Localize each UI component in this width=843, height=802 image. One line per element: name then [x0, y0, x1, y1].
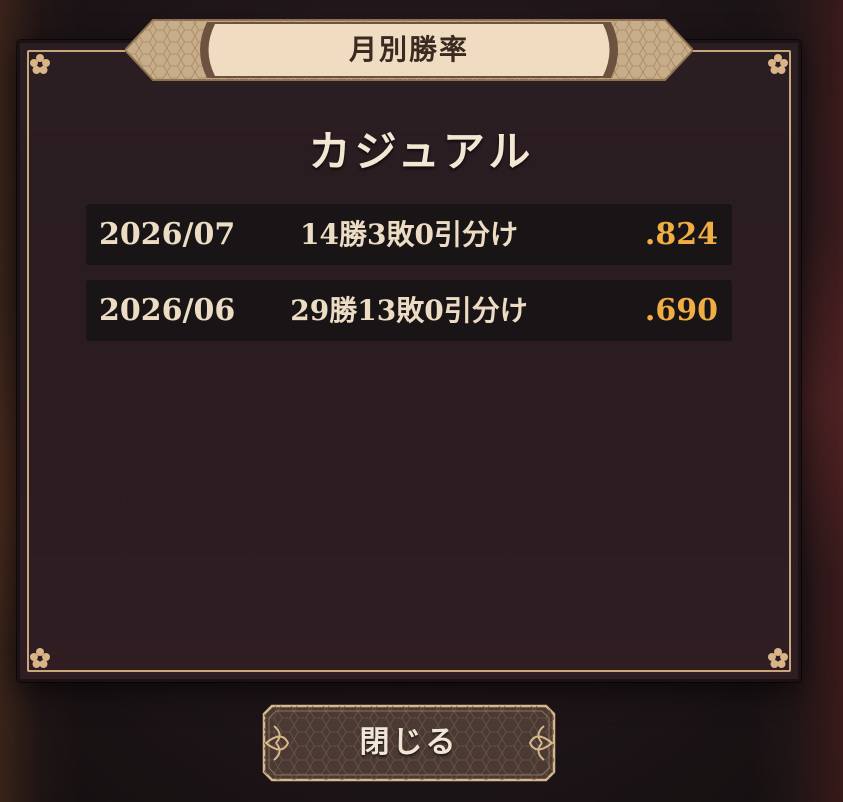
close-button[interactable]: 閉じる — [262, 704, 556, 782]
record-win-loss: 29勝13敗0引分け — [290, 294, 528, 327]
cherry-blossom-icon — [767, 647, 789, 669]
cherry-blossom-icon — [29, 53, 51, 75]
record-win-rate: .824 — [644, 217, 718, 252]
record-win-rate: .690 — [644, 293, 718, 328]
monthly-records-list: 2026/07 14勝3敗0引分け .824 2026/06 29勝13敗0引分… — [86, 204, 732, 356]
record-win-loss: 14勝3敗0引分け — [300, 218, 518, 251]
list-item: 2026/06 29勝13敗0引分け .690 — [86, 280, 732, 341]
dialog-title-banner: 月別勝率 — [125, 18, 693, 82]
list-item: 2026/07 14勝3敗0引分け .824 — [86, 204, 732, 265]
cherry-blossom-icon — [767, 53, 789, 75]
game-mode-heading: カジュアル — [308, 127, 535, 176]
dialog-title: 月別勝率 — [348, 33, 469, 66]
close-button-label: 閉じる — [359, 725, 459, 760]
cherry-blossom-icon — [29, 647, 51, 669]
